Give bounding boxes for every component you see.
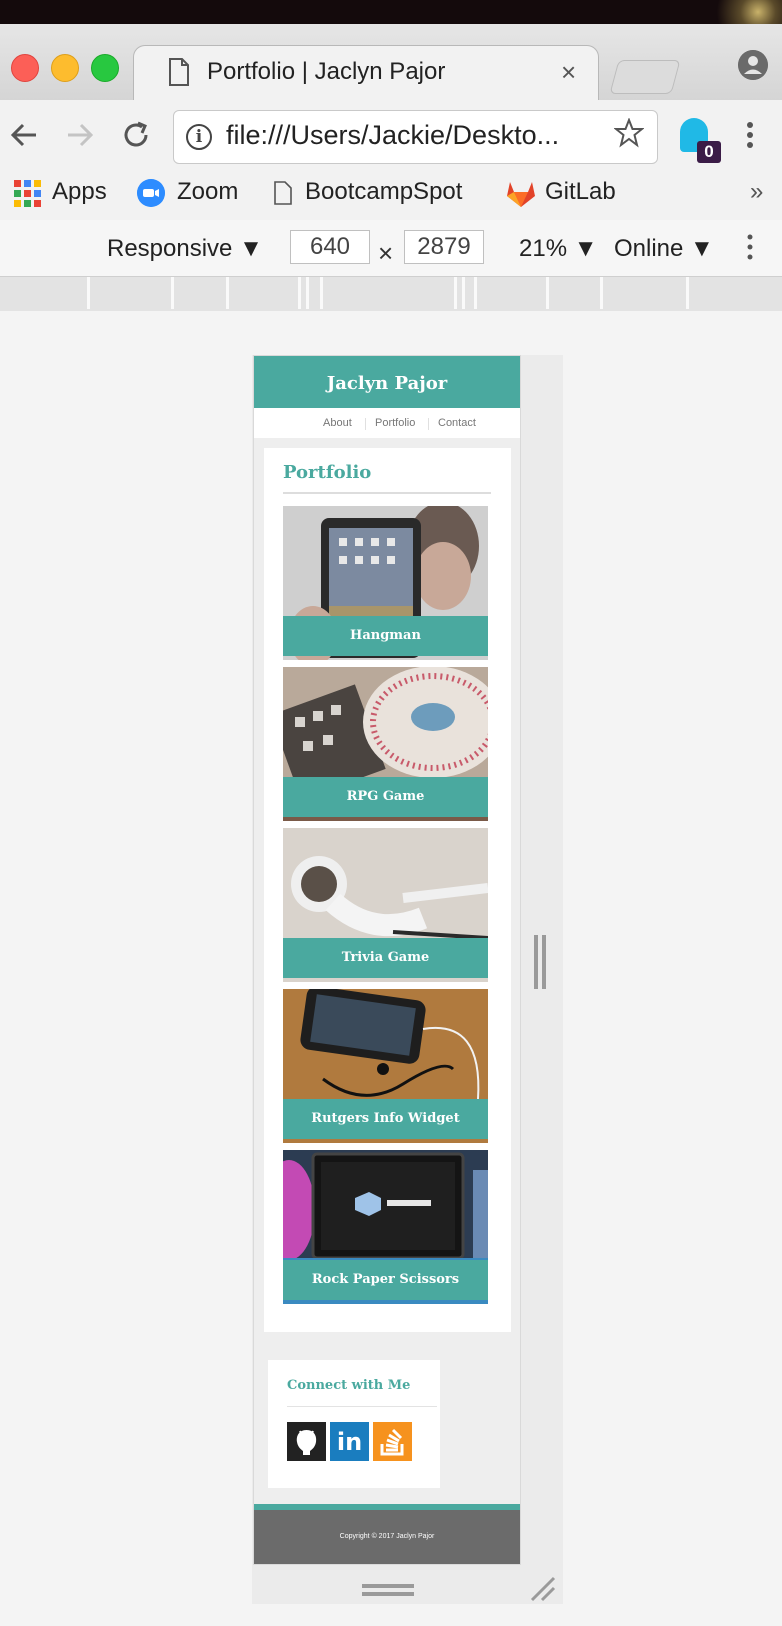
project-caption[interactable]: Hangman — [283, 616, 488, 656]
viewport-width-input[interactable]: 640 — [290, 230, 370, 264]
media-query-marker[interactable] — [600, 277, 603, 309]
width-resize-handle[interactable] — [534, 935, 538, 989]
nav-link-about[interactable]: About — [323, 417, 352, 429]
device-toolbar-menu-icon[interactable] — [744, 232, 756, 262]
url-text[interactable]: file:///Users/Jackie/Deskto... — [226, 120, 559, 151]
project-tile-rpg-game[interactable]: RPG Game — [283, 667, 488, 821]
site-nav: About Portfolio Contact — [254, 408, 520, 438]
linkedin-icon[interactable]: in — [330, 1422, 369, 1461]
project-caption[interactable]: Trivia Game — [283, 938, 488, 978]
document-icon — [169, 58, 189, 86]
github-icon[interactable] — [287, 1422, 326, 1461]
media-query-bar[interactable] — [0, 277, 782, 311]
chrome-menu-icon[interactable] — [744, 120, 756, 150]
media-query-marker[interactable] — [546, 277, 549, 309]
linkedin-label: in — [336, 1428, 363, 1456]
media-query-marker[interactable] — [226, 277, 229, 309]
project-tile-rutgers-info-widget[interactable]: Rutgers Info Widget — [283, 989, 488, 1143]
new-tab-button[interactable] — [609, 60, 681, 94]
project-tile-trivia-game[interactable]: Trivia Game — [283, 828, 488, 982]
nav-link-portfolio[interactable]: Portfolio — [375, 417, 415, 429]
copyright-text: Copyright © 2017 Jaclyn Pajor — [339, 1533, 435, 1540]
minimize-window-button[interactable] — [51, 54, 79, 82]
bookmark-bootcampspot[interactable]: BootcampSpot — [305, 178, 462, 206]
extension-badge: 0 — [697, 141, 721, 163]
gitlab-icon — [507, 182, 535, 207]
maximize-window-button[interactable] — [91, 54, 119, 82]
zoom-icon — [137, 179, 165, 207]
connect-heading: Connect with Me — [287, 1378, 411, 1393]
profile-icon[interactable] — [738, 50, 768, 80]
site-title[interactable]: Jaclyn Pajor — [254, 356, 520, 408]
dimension-separator: × — [378, 238, 394, 268]
more-bookmarks-icon[interactable]: » — [750, 178, 763, 206]
heading-divider — [283, 492, 491, 494]
site-footer: Copyright © 2017 Jaclyn Pajor — [254, 1510, 520, 1564]
close-tab-icon[interactable]: × — [561, 57, 576, 88]
bookmark-zoom[interactable]: Zoom — [177, 178, 238, 206]
bookmark-star-icon[interactable] — [614, 118, 644, 148]
reload-icon[interactable] — [120, 119, 152, 151]
media-query-marker[interactable] — [306, 277, 309, 309]
media-query-marker[interactable] — [474, 277, 477, 309]
project-caption[interactable]: Rock Paper Scissors — [283, 1260, 488, 1300]
bookmark-gitlab[interactable]: GitLab — [545, 178, 616, 206]
apps-grid-icon — [14, 180, 41, 207]
device-select[interactable]: Responsive ▼ — [107, 235, 263, 263]
project-caption[interactable]: RPG Game — [283, 777, 488, 817]
connect-divider — [287, 1406, 437, 1407]
media-query-marker[interactable] — [454, 277, 457, 309]
media-query-marker[interactable] — [298, 277, 301, 309]
project-tile-rock-paper-scissors[interactable]: Rock Paper Scissors — [283, 1150, 488, 1304]
height-resize-handle[interactable] — [362, 1584, 414, 1588]
project-caption[interactable]: Rutgers Info Widget — [283, 1099, 488, 1139]
corner-resize-handle[interactable] — [528, 1574, 558, 1604]
document-icon — [274, 181, 292, 205]
nav-divider — [365, 418, 366, 430]
stackoverflow-icon[interactable] — [373, 1422, 412, 1461]
viewport-height-input[interactable]: 2879 — [404, 230, 484, 264]
emulated-page: Jaclyn Pajor About Portfolio Contact Por… — [253, 355, 521, 1565]
media-query-marker[interactable] — [686, 277, 689, 309]
throttle-select[interactable]: Online ▼ — [614, 235, 714, 263]
portfolio-section: Portfolio Hangman RPG Game Trivia Game R… — [264, 448, 511, 1332]
nav-divider — [428, 418, 429, 430]
media-query-marker[interactable] — [462, 277, 465, 309]
bookmark-apps[interactable]: Apps — [52, 178, 107, 206]
portfolio-heading: Portfolio — [283, 462, 372, 483]
info-icon[interactable]: i — [186, 124, 212, 150]
connect-section: Connect with Me in — [268, 1360, 440, 1488]
close-window-button[interactable] — [11, 54, 39, 82]
back-icon[interactable] — [8, 119, 40, 151]
media-query-marker[interactable] — [171, 277, 174, 309]
zoom-select[interactable]: 21% ▼ — [519, 235, 597, 263]
media-query-marker[interactable] — [87, 277, 90, 309]
media-query-marker[interactable] — [320, 277, 323, 309]
tab-title: Portfolio | Jaclyn Pajor — [207, 58, 446, 85]
forward-icon[interactable] — [64, 119, 96, 151]
nav-link-contact[interactable]: Contact — [438, 417, 476, 429]
project-tile-hangman[interactable]: Hangman — [283, 506, 488, 660]
